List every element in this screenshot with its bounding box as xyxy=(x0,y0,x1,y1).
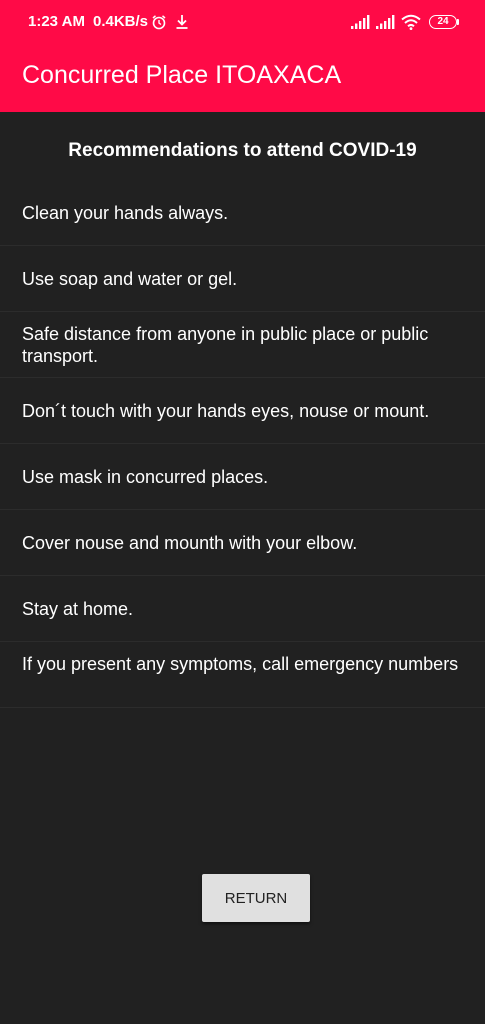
network-speed: 0.4KB/s xyxy=(93,13,149,30)
app-bar: Concurred Place ITOAXACA xyxy=(0,48,485,112)
list-item: Clean your hands always. xyxy=(0,180,485,246)
battery-level: 24 xyxy=(437,16,449,27)
wifi-icon xyxy=(401,14,421,30)
list-item: Use mask in concurred places. xyxy=(0,444,485,510)
list-item-text: Use mask in concurred places. xyxy=(22,467,269,487)
list-item-text: Safe distance from anyone in public plac… xyxy=(22,324,429,366)
list-item: If you present any symptoms, call emerge… xyxy=(0,642,485,708)
list-item: Cover nouse and mounth with your elbow. xyxy=(0,510,485,576)
list-item-text: Stay at home. xyxy=(22,599,134,619)
page-heading: Recommendations to attend COVID-19 xyxy=(68,140,417,161)
app-title: Concurred Place ITOAXACA xyxy=(22,61,342,89)
list-item-text: Don´t touch with your hands eyes, nouse … xyxy=(22,401,430,421)
list-item-text: Cover nouse and mounth with your elbow. xyxy=(22,533,358,553)
list-item: Don´t touch with your hands eyes, nouse … xyxy=(0,378,485,444)
recommendations-list: Clean your hands always. Use soap and wa… xyxy=(0,180,485,708)
signal-icon xyxy=(351,15,370,29)
return-button[interactable]: RETURN xyxy=(202,874,310,922)
list-item-text: If you present any symptoms, call emerge… xyxy=(22,654,459,674)
status-bar: 1:23 AM 0.4KB/s 24 xyxy=(0,0,485,48)
list-item-text: Use soap and water or gel. xyxy=(22,269,238,289)
list-item: Safe distance from anyone in public plac… xyxy=(0,312,485,378)
alarm-icon xyxy=(152,15,166,30)
list-item: Use soap and water or gel. xyxy=(0,246,485,312)
status-time: 1:23 AM xyxy=(28,13,85,30)
recommendations-panel: Recommendations to attend COVID-19 Clean… xyxy=(0,112,485,708)
list-item-text: Clean your hands always. xyxy=(22,203,229,223)
app-screen: 1:23 AM 0.4KB/s 24 Concurred Place ITOAX… xyxy=(0,0,485,1024)
battery-icon: 24 xyxy=(429,15,457,29)
signal-icon xyxy=(376,15,395,29)
battery-tip xyxy=(457,19,459,25)
download-icon xyxy=(176,15,188,29)
list-item: Stay at home. xyxy=(0,576,485,642)
